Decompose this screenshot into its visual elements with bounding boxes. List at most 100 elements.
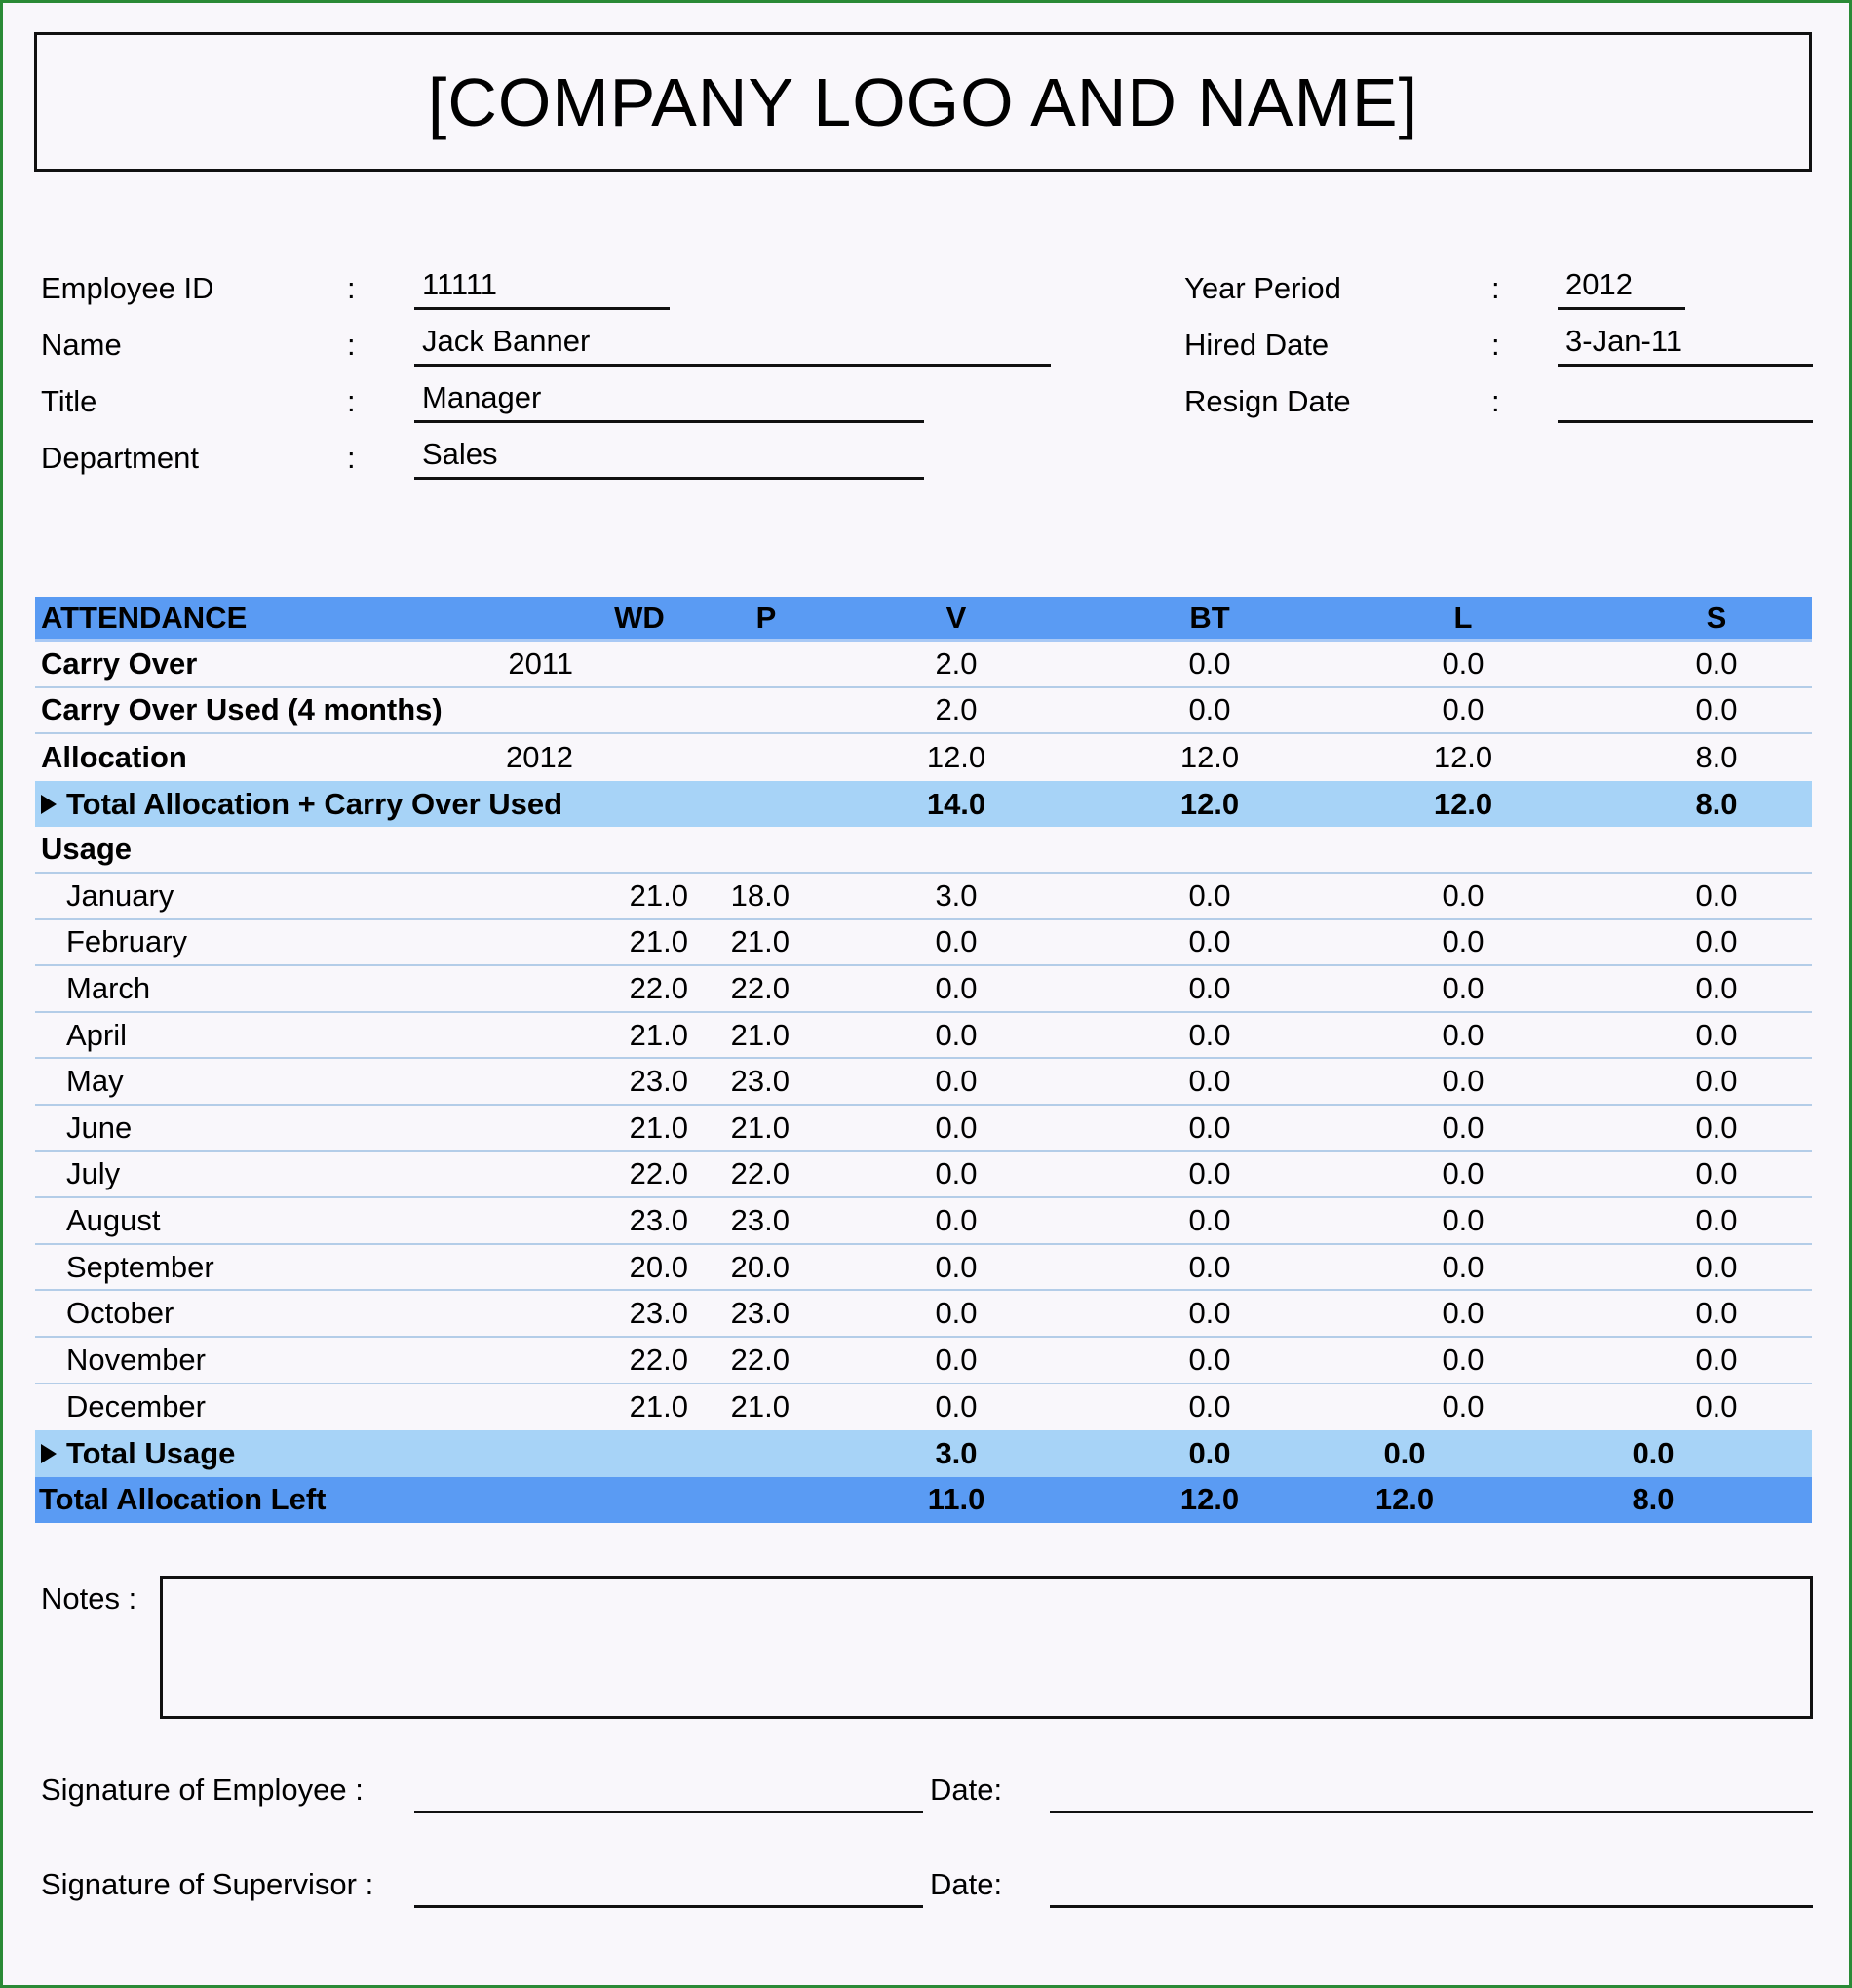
notes-label: Notes : <box>41 1581 137 1616</box>
expand-arrow-icon[interactable] <box>41 1443 57 1463</box>
row-year: 2012 <box>506 739 573 774</box>
resign-date-field[interactable] <box>1558 378 1813 423</box>
month-row: July 22.0 22.0 0.0 0.0 0.0 0.0 <box>35 1152 1812 1199</box>
name-field[interactable]: Jack Banner <box>414 322 1051 367</box>
resign-date-label: Resign Date <box>1184 384 1351 418</box>
row-label: Total Usage <box>66 1435 236 1470</box>
hired-date-field[interactable]: 3-Jan-11 <box>1558 322 1813 367</box>
month-row: September 20.0 20.0 0.0 0.0 0.0 0.0 <box>35 1245 1812 1292</box>
cell-s: 0.0 <box>1695 1249 1738 1284</box>
department-label: Department <box>41 441 199 475</box>
row-label-wrap: Total Allocation + Carry Over Used <box>41 781 562 828</box>
cell-p: 23.0 <box>730 1202 790 1237</box>
cell-s: 0.0 <box>1695 1296 1738 1331</box>
cell-bt: 0.0 <box>1188 1296 1231 1331</box>
month-row: December 21.0 21.0 0.0 0.0 0.0 0.0 <box>35 1384 1812 1431</box>
cell-v: 0.0 <box>935 1342 978 1377</box>
colon: : <box>347 328 356 362</box>
row-label: Total Allocation Left <box>39 1482 327 1517</box>
cell-s: 0.0 <box>1695 692 1738 727</box>
cell-l: 0.0 <box>1442 645 1485 681</box>
cell-l: 0.0 <box>1442 877 1485 913</box>
cell-bt: 12.0 <box>1179 1482 1240 1517</box>
cell-l: 0.0 <box>1442 1202 1485 1237</box>
cell-bt: 12.0 <box>1179 786 1240 821</box>
title-field[interactable]: Manager <box>414 378 924 423</box>
row-label: Carry Over Used (4 months) <box>41 692 443 727</box>
row-year: 2011 <box>508 645 573 681</box>
employee-signature-line[interactable] <box>414 1811 923 1813</box>
cell-bt: 0.0 <box>1188 1064 1231 1099</box>
cell-p: 22.0 <box>730 970 790 1005</box>
notes-textarea[interactable] <box>160 1576 1813 1719</box>
month-label: May <box>66 1064 124 1099</box>
attendance-header-row: ATTENDANCE WD P V BT L S <box>35 597 1812 642</box>
supervisor-date-label: Date: <box>930 1867 1003 1901</box>
month-row: March 22.0 22.0 0.0 0.0 0.0 0.0 <box>35 966 1812 1013</box>
cell-s: 0.0 <box>1695 1156 1738 1191</box>
month-label: January <box>66 877 174 913</box>
supervisor-date-line[interactable] <box>1050 1905 1813 1908</box>
total-allocation-row[interactable]: Total Allocation + Carry Over Used 14.0 … <box>35 780 1812 828</box>
cell-l: 0.0 <box>1442 1110 1485 1145</box>
cell-wd: 23.0 <box>629 1064 688 1099</box>
cell-p: 21.0 <box>730 1017 790 1052</box>
cell-p: 23.0 <box>730 1296 790 1331</box>
cell-p: 21.0 <box>730 924 790 959</box>
cell-v: 0.0 <box>935 924 978 959</box>
row-label: Allocation <box>41 739 187 774</box>
hired-date-label: Hired Date <box>1184 328 1330 362</box>
cell-bt: 0.0 <box>1188 1249 1231 1284</box>
expand-arrow-icon[interactable] <box>41 794 57 814</box>
year-period-field[interactable]: 2012 <box>1558 265 1685 310</box>
month-label: September <box>66 1249 214 1284</box>
cell-s: 8.0 <box>1632 1482 1675 1517</box>
cell-v: 2.0 <box>935 692 978 727</box>
cell-bt: 0.0 <box>1188 1389 1231 1424</box>
cell-l: 0.0 <box>1442 1249 1485 1284</box>
cell-l: 12.0 <box>1433 786 1493 821</box>
month-row: August 23.0 23.0 0.0 0.0 0.0 0.0 <box>35 1198 1812 1245</box>
total-usage-row[interactable]: Total Usage 3.0 0.0 0.0 0.0 <box>35 1430 1812 1477</box>
department-field[interactable]: Sales <box>414 435 924 480</box>
employee-id-label: Employee ID <box>41 271 214 305</box>
cell-v: 3.0 <box>935 1435 978 1470</box>
cell-bt: 0.0 <box>1188 645 1231 681</box>
cell-l: 0.0 <box>1442 1342 1485 1377</box>
cell-wd: 21.0 <box>629 924 688 959</box>
cell-s: 0.0 <box>1632 1435 1675 1470</box>
month-row: November 22.0 22.0 0.0 0.0 0.0 0.0 <box>35 1338 1812 1384</box>
company-logo-box: [COMPANY LOGO AND NAME] <box>34 32 1812 172</box>
cell-wd: 21.0 <box>629 1389 688 1424</box>
month-rows: January 21.0 18.0 3.0 0.0 0.0 0.0 February 21.0 2… <box>35 874 1812 1430</box>
employee-id-field[interactable]: 11111 <box>414 265 670 310</box>
colon: : <box>1491 271 1500 305</box>
cell-bt: 0.0 <box>1188 692 1231 727</box>
cell-s: 0.0 <box>1695 1202 1738 1237</box>
cell-s: 0.0 <box>1695 877 1738 913</box>
supervisor-signature-label: Signature of Supervisor : <box>41 1867 374 1901</box>
column-header-bt: BT <box>1189 600 1230 635</box>
cell-s: 0.0 <box>1695 1389 1738 1424</box>
colon: : <box>347 384 356 418</box>
column-header-l: L <box>1453 600 1473 635</box>
cell-l: 0.0 <box>1442 1389 1485 1424</box>
cell-s: 0.0 <box>1695 1017 1738 1052</box>
cell-s: 8.0 <box>1695 786 1738 821</box>
cell-bt: 12.0 <box>1179 739 1240 774</box>
month-label: July <box>66 1156 121 1191</box>
attendance-heading: ATTENDANCE <box>41 600 248 635</box>
month-row: October 23.0 23.0 0.0 0.0 0.0 0.0 <box>35 1291 1812 1338</box>
cell-v: 2.0 <box>935 645 978 681</box>
cell-v: 0.0 <box>935 1202 978 1237</box>
cell-s: 0.0 <box>1695 924 1738 959</box>
row-label: Carry Over <box>41 645 198 681</box>
cell-p: 20.0 <box>730 1249 790 1284</box>
cell-bt: 0.0 <box>1188 1435 1231 1470</box>
cell-p: 22.0 <box>730 1156 790 1191</box>
employee-date-line[interactable] <box>1050 1811 1813 1813</box>
supervisor-signature-line[interactable] <box>414 1905 923 1908</box>
cell-l: 0.0 <box>1383 1435 1426 1470</box>
cell-v: 14.0 <box>926 786 986 821</box>
cell-wd: 21.0 <box>629 1110 688 1145</box>
